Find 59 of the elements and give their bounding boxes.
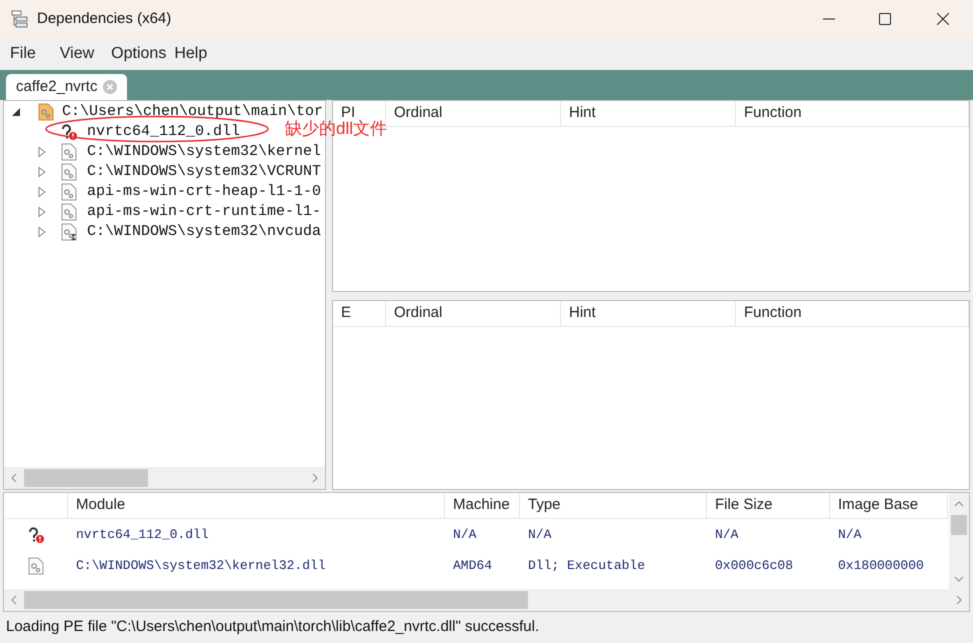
scroll-left-icon[interactable]	[11, 595, 17, 605]
scroll-down-icon[interactable]	[954, 576, 964, 582]
horizontal-scrollbar[interactable]	[4, 467, 325, 489]
table-cell-text: C:\WINDOWS\system32\kernel32.dll	[75, 556, 327, 575]
tree-node[interactable]: C:\WINDOWS\system32\VCRUNT	[87, 160, 322, 184]
table-cell-text: nvrtc64_112_0.dll	[75, 526, 210, 544]
scroll-left-icon[interactable]	[11, 473, 17, 483]
table-cell-text: Dll; Executable	[527, 556, 646, 575]
column-header[interactable]: Hint	[561, 301, 736, 326]
horizontal-scrollbar[interactable]	[4, 589, 969, 611]
column-header[interactable]: Function	[736, 301, 969, 326]
module-icon	[61, 143, 77, 161]
tree-node[interactable]: api-ms-win-crt-runtime-l1-	[87, 200, 322, 224]
column-header[interactable]: Machine	[445, 493, 520, 518]
scroll-right-icon[interactable]	[956, 595, 962, 605]
module-icon	[38, 103, 54, 121]
scroll-up-icon[interactable]	[954, 501, 964, 507]
scrollbar-thumb[interactable]	[951, 515, 967, 535]
missing-module-icon	[61, 124, 77, 140]
column-header[interactable]: Ordinal	[386, 301, 561, 326]
menu-item[interactable]: Help	[174, 42, 208, 66]
column-header[interactable]: Module	[68, 493, 445, 518]
table-cell-text: AMD64	[452, 556, 494, 575]
tree-node[interactable]: C:\WINDOWS\system32\nvcuda	[87, 220, 322, 244]
status-text: Loading PE file "C:\Users\chen\output\main\torch\lib\caffe2_nvrtc.dll" successful.	[6, 617, 540, 638]
scrollbar-thumb[interactable]	[24, 469, 148, 487]
table-cell-text: N/A	[527, 526, 552, 544]
menu-item[interactable]: Options	[111, 42, 166, 66]
column-header[interactable]: Image Base	[830, 493, 948, 518]
table-cell-text: 0x000c6c08	[714, 556, 794, 575]
missing-module-icon	[28, 526, 44, 542]
window-title: Dependencies (x64)	[37, 8, 172, 29]
tree-node[interactable]: api-ms-win-crt-heap-l1-1-0	[87, 180, 322, 204]
scrollbar-thumb[interactable]	[24, 591, 528, 609]
column-header[interactable]: Hint	[561, 101, 736, 126]
app-icon	[11, 10, 29, 28]
column-header[interactable]: Type	[520, 493, 707, 518]
scroll-right-icon[interactable]	[312, 473, 318, 483]
tree-node[interactable]: C:\WINDOWS\system32\kernel	[87, 140, 322, 164]
delay-load-module-icon	[61, 223, 77, 241]
close-tab-icon[interactable]	[103, 80, 118, 94]
module-icon	[61, 183, 77, 201]
table-cell-text: N/A	[714, 526, 740, 544]
vertical-scrollbar[interactable]	[949, 493, 969, 589]
module-icon	[28, 556, 44, 574]
column-header[interactable]: Function	[736, 101, 969, 126]
table-cell-text: N/A	[452, 526, 478, 544]
module-icon	[61, 163, 77, 181]
menu-item[interactable]: File	[10, 42, 36, 66]
close-icon[interactable]	[937, 13, 949, 25]
table-cell-text: N/A	[837, 526, 862, 544]
maximize-icon[interactable]	[879, 13, 891, 25]
column-header[interactable]: File Size	[707, 493, 830, 518]
column-header[interactable]: Ordinal	[386, 101, 561, 126]
menu-item[interactable]: View	[60, 42, 94, 66]
document-tab[interactable]: caffe2_nvrtc	[6, 74, 128, 100]
module-icon	[61, 203, 77, 221]
table-cell-text: 0x180000000	[837, 556, 925, 575]
column-header[interactable]: E	[333, 301, 386, 326]
